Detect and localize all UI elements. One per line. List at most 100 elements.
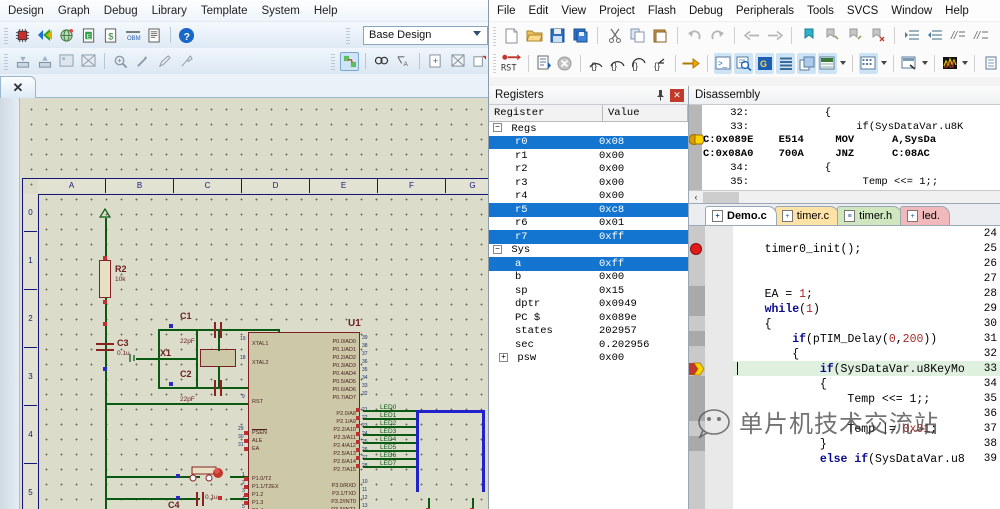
reg-value-r7[interactable]: 0xff	[599, 231, 624, 243]
zoom-icon[interactable]	[111, 52, 130, 71]
menu-help[interactable]: Help	[314, 5, 338, 17]
chevron-down-icon-2[interactable]	[880, 61, 887, 65]
help-icon[interactable]: ?	[177, 26, 196, 45]
reg-value-sec[interactable]: 0.202956	[599, 339, 649, 351]
call-stack-icon[interactable]	[797, 52, 817, 74]
table-row[interactable]: r5 0xc8	[489, 203, 688, 217]
breakpoint-marker[interactable]	[690, 243, 702, 255]
stop-icon[interactable]	[556, 53, 575, 74]
probe-icon[interactable]: +	[133, 52, 152, 71]
menu-svcs[interactable]: SVCS	[847, 5, 878, 17]
reg-value-states[interactable]: 202957	[599, 325, 637, 337]
sheet-selector[interactable]: Base Design	[363, 25, 488, 45]
import-icon[interactable]	[13, 52, 32, 71]
menu-tools[interactable]: Tools	[807, 5, 834, 17]
find-text-icon[interactable]: A	[394, 52, 413, 71]
menu-graph[interactable]: Graph	[58, 5, 90, 17]
bookmark-prev-icon[interactable]	[844, 25, 865, 46]
table-row[interactable]: states 202957	[489, 325, 688, 339]
table-row[interactable]: a 0xff	[489, 257, 688, 271]
reg-value-pc[interactable]: 0x089e	[599, 312, 637, 324]
close-icon[interactable]: ✕	[670, 89, 684, 102]
keil-toolbar-grip2[interactable]	[493, 53, 496, 73]
reg-value-r6[interactable]: 0x01	[599, 217, 624, 229]
doc-green-icon[interactable]: E	[79, 26, 98, 45]
menu-template[interactable]: Template	[201, 5, 248, 17]
reg-value-r5[interactable]: 0xc8	[599, 204, 624, 216]
serial-window-icon[interactable]	[900, 53, 919, 74]
menu-system[interactable]: System	[262, 5, 300, 17]
reg-value-r0[interactable]: 0x08	[599, 136, 624, 148]
step-out-icon[interactable]: {}	[629, 53, 648, 74]
reg-value-dptr[interactable]: 0x0949	[599, 298, 637, 310]
table-row[interactable]: dptr 0x0949	[489, 298, 688, 312]
table-row[interactable]: r7 0xff	[489, 230, 688, 244]
menu-window[interactable]: Window	[891, 5, 932, 17]
table-row[interactable]: r6 0x01	[489, 217, 688, 231]
combo-grip[interactable]	[346, 26, 350, 44]
report-icon[interactable]	[145, 26, 164, 45]
table-row[interactable]: r2 0x00	[489, 163, 688, 177]
menu-peripherals[interactable]: Peripherals	[736, 5, 794, 17]
crystal-X1[interactable]	[200, 349, 236, 367]
tree-group-regs[interactable]: − Regs	[489, 122, 688, 136]
pin-icon[interactable]	[656, 89, 665, 104]
analysis-window-icon[interactable]	[940, 53, 959, 74]
step-over-icon[interactable]: {}	[608, 53, 627, 74]
bom-icon[interactable]: OBMM	[123, 26, 142, 45]
indent-icon[interactable]	[901, 25, 922, 46]
registers-tree[interactable]: − Regs r0 0x08 r1 0x00 r2 0x00 r3 0x00 r4 0x0…	[489, 122, 688, 509]
tool-icon[interactable]	[177, 52, 196, 71]
outdent-icon[interactable]	[924, 25, 945, 46]
run-icon[interactable]	[535, 53, 554, 74]
mcu-icon[interactable]	[13, 26, 32, 45]
collapse-icon-sys[interactable]: −	[493, 244, 502, 254]
nav-back-icon[interactable]	[741, 25, 762, 46]
nav-forward-icon[interactable]	[764, 25, 785, 46]
edit-icon[interactable]	[155, 52, 174, 71]
net-highlight-icon[interactable]	[340, 51, 359, 71]
chevron-down-icon[interactable]	[839, 61, 846, 65]
comment-icon[interactable]: //	[947, 25, 968, 46]
chevron-down-icon-3[interactable]	[921, 61, 928, 65]
symbols-window-icon[interactable]: G	[755, 52, 775, 74]
scrollbar-thumb[interactable]	[703, 192, 739, 203]
close-icon[interactable]: ✕	[13, 80, 24, 96]
menu-flash[interactable]: Flash	[648, 5, 676, 17]
cut-icon[interactable]	[604, 25, 625, 46]
copy-icon[interactable]	[627, 25, 648, 46]
add-sheet-icon[interactable]: +	[426, 52, 445, 71]
expand-icon-psw[interactable]: +	[499, 352, 508, 362]
tab-demo-c[interactable]: + Demo.c	[705, 206, 777, 225]
save-all-icon[interactable]	[570, 25, 591, 46]
zoom-sheet-icon[interactable]	[470, 52, 489, 71]
new-file-icon[interactable]	[501, 25, 522, 46]
uncomment-icon[interactable]: //	[970, 25, 991, 46]
reg-value-psw[interactable]: 0x00	[599, 352, 624, 364]
globe-icon[interactable]	[57, 26, 76, 45]
toolbar-grip3[interactable]	[331, 52, 335, 70]
code-editor[interactable]: 24 25 26 27 28 29 30 31 32 33 34 35 36 3…	[689, 226, 1000, 509]
toolbar-grip[interactable]	[4, 26, 8, 44]
reg-value-sp[interactable]: 0x15	[599, 285, 624, 297]
menu-debug[interactable]: Debug	[104, 5, 138, 17]
reg-value-b[interactable]: 0x00	[599, 271, 624, 283]
play-back-icon[interactable]	[35, 26, 54, 45]
table-row[interactable]: PC $ 0x089e	[489, 311, 688, 325]
table-row[interactable]: r3 0x00	[489, 176, 688, 190]
run-to-cursor-icon[interactable]: {}	[650, 53, 669, 74]
chevron-down-icon-4[interactable]	[962, 61, 969, 65]
disassembly-body[interactable]: 32: { 33: if(SysDataVar.u8K C:0x089E E51…	[689, 105, 1000, 190]
undo-icon[interactable]	[684, 25, 705, 46]
reg-value-r2[interactable]: 0x00	[599, 163, 624, 175]
trace-icon[interactable]	[981, 53, 1000, 74]
resistor-R2[interactable]	[99, 260, 111, 298]
menu-help[interactable]: Help	[945, 5, 969, 17]
tree-group-sys[interactable]: − Sys	[489, 244, 688, 258]
menu-project[interactable]: Project	[599, 5, 635, 17]
table-row[interactable]: r1 0x00	[489, 149, 688, 163]
bookmark-icon[interactable]	[798, 25, 819, 46]
step-into-icon[interactable]: {}	[587, 53, 606, 74]
bookmark-next-icon[interactable]	[821, 25, 842, 46]
scroll-left-icon[interactable]: ‹	[690, 191, 702, 203]
